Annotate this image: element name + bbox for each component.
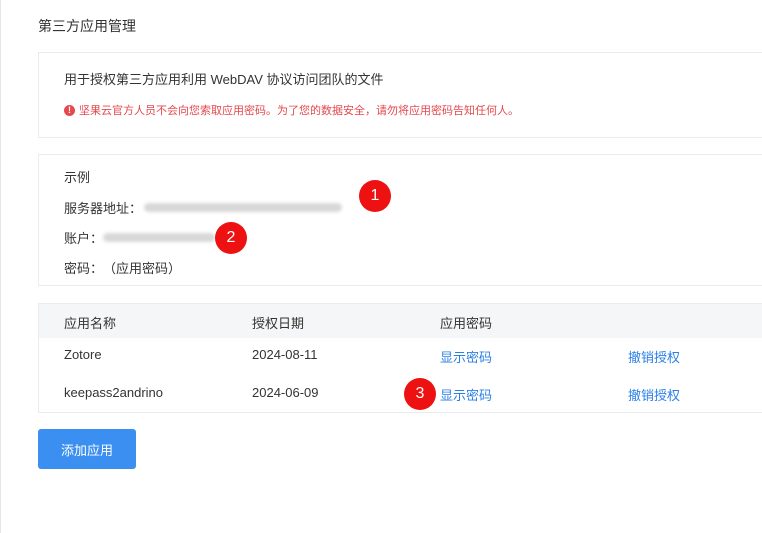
revoke-link[interactable]: 撤销授权 — [628, 347, 680, 366]
server-row: 服务器地址： — [64, 198, 343, 217]
annotation-badge-1: 1 — [359, 180, 391, 212]
header-app-name: 应用名称 — [64, 316, 117, 331]
account-redacted — [103, 233, 216, 242]
annotation-badge-3: 3 — [404, 378, 436, 410]
app-name: Zotore — [64, 347, 102, 362]
header-app-password: 应用密码 — [440, 316, 493, 331]
example-panel: 示例 服务器地址： 账户： 密码： （应用密码） — [38, 154, 762, 286]
app-name: keepass2andrino — [64, 385, 164, 400]
revoke-link[interactable]: 撤销授权 — [628, 385, 680, 404]
auth-date: 2024-08-11 — [252, 347, 318, 362]
warning-text: 坚果云官方人员不会向您索取应用密码。为了您的数据安全，请勿将应用密码告知任何人。 — [79, 105, 519, 117]
add-app-button[interactable]: 添加应用 — [38, 429, 136, 469]
page-title: 第三方应用管理 — [38, 18, 136, 34]
warning-icon: ! — [64, 104, 75, 116]
app-table: 应用名称 授权日期 应用密码 Zotore 2024-08-11 显示密码 撤销… — [38, 303, 762, 413]
password-label: 密码： — [64, 261, 104, 276]
auth-date: 2024-06-09 — [252, 385, 319, 400]
table-header: 应用名称 授权日期 应用密码 — [39, 304, 762, 338]
server-address-redacted — [144, 203, 343, 212]
password-value: （应用密码） — [103, 261, 182, 276]
server-label: 服务器地址： — [64, 201, 143, 216]
show-password-link[interactable]: 显示密码 — [440, 385, 492, 404]
intro-panel: 用于授权第三方应用利用 WebDAV 协议访问团队的文件 ! 坚果云官方人员不会… — [38, 52, 762, 138]
example-heading: 示例 — [64, 170, 91, 185]
password-row: 密码： （应用密码） — [64, 258, 181, 277]
security-warning: ! 坚果云官方人员不会向您索取应用密码。为了您的数据安全，请勿将应用密码告知任何… — [64, 102, 519, 118]
account-row: 账户： — [64, 228, 216, 247]
show-password-link[interactable]: 显示密码 — [440, 347, 492, 366]
intro-description: 用于授权第三方应用利用 WebDAV 协议访问团队的文件 — [64, 72, 384, 87]
header-auth-date: 授权日期 — [252, 316, 305, 331]
account-label: 账户： — [64, 231, 104, 246]
annotation-badge-2: 2 — [215, 222, 247, 254]
